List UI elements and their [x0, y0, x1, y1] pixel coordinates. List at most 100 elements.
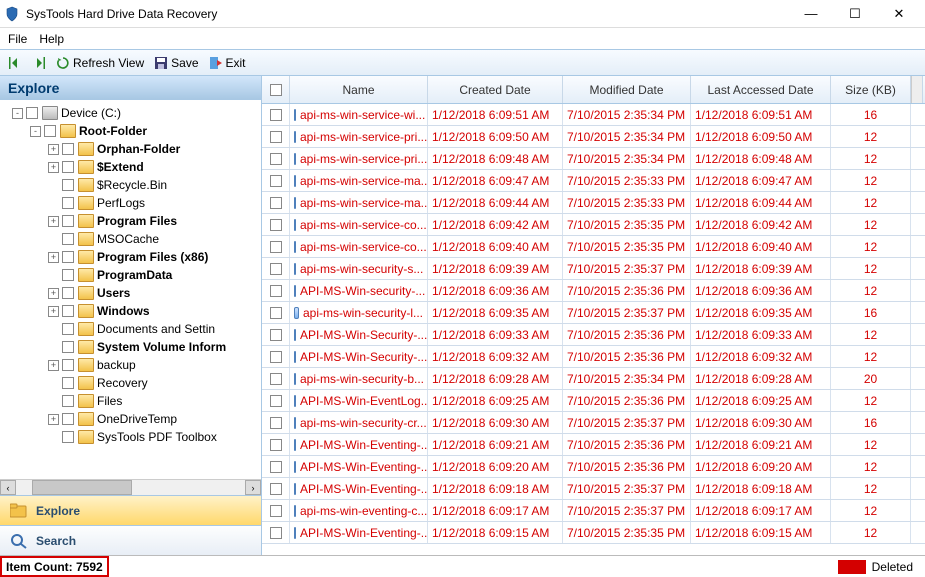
close-button[interactable]: ✕ — [877, 0, 921, 28]
table-row[interactable]: api-ms-win-service-ma...1/12/2018 6:09:4… — [262, 170, 925, 192]
tree-checkbox[interactable] — [44, 125, 56, 137]
table-row[interactable]: API-MS-Win-Eventing-...1/12/2018 6:09:18… — [262, 478, 925, 500]
tree-node[interactable]: +Orphan-Folder — [4, 140, 261, 158]
header-accessed[interactable]: Last Accessed Date — [691, 76, 831, 103]
table-row[interactable]: API-MS-Win-Eventing-...1/12/2018 6:09:15… — [262, 522, 925, 544]
header-size[interactable]: Size (KB) — [831, 76, 911, 103]
tree-checkbox[interactable] — [62, 251, 74, 263]
tree-node[interactable]: Recovery — [4, 374, 261, 392]
table-row[interactable]: api-ms-win-service-pri...1/12/2018 6:09:… — [262, 148, 925, 170]
expand-icon[interactable]: + — [48, 288, 59, 299]
table-row[interactable]: API-MS-Win-Eventing-...1/12/2018 6:09:21… — [262, 434, 925, 456]
tree-node[interactable]: Documents and Settin — [4, 320, 261, 338]
row-checkbox[interactable] — [262, 302, 290, 323]
table-row[interactable]: api-ms-win-service-ma...1/12/2018 6:09:4… — [262, 192, 925, 214]
header-created[interactable]: Created Date — [428, 76, 563, 103]
collapse-icon[interactable]: - — [30, 126, 41, 137]
exit-button[interactable]: Exit — [209, 56, 246, 70]
tree-checkbox[interactable] — [62, 377, 74, 389]
scroll-right-icon[interactable]: › — [245, 480, 261, 495]
table-row[interactable]: api-ms-win-service-wi...1/12/2018 6:09:5… — [262, 104, 925, 126]
expand-icon[interactable]: + — [48, 414, 59, 425]
row-checkbox[interactable] — [262, 346, 290, 367]
expand-icon[interactable]: + — [48, 162, 59, 173]
folder-tree[interactable]: -Device (C:)-Root-Folder+Orphan-Folder+$… — [0, 100, 261, 479]
row-checkbox[interactable] — [262, 148, 290, 169]
row-checkbox[interactable] — [262, 104, 290, 125]
menu-help[interactable]: Help — [39, 32, 64, 46]
tree-checkbox[interactable] — [62, 179, 74, 191]
row-checkbox[interactable] — [262, 478, 290, 499]
tree-horizontal-scrollbar[interactable]: ‹ › — [0, 479, 261, 495]
table-row[interactable]: api-ms-win-security-s...1/12/2018 6:09:3… — [262, 258, 925, 280]
table-row[interactable]: api-ms-win-service-co...1/12/2018 6:09:4… — [262, 236, 925, 258]
tree-checkbox[interactable] — [62, 431, 74, 443]
tree-node[interactable]: +backup — [4, 356, 261, 374]
tree-checkbox[interactable] — [62, 233, 74, 245]
tree-node[interactable]: MSOCache — [4, 230, 261, 248]
tree-node[interactable]: System Volume Inform — [4, 338, 261, 356]
collapse-icon[interactable]: - — [12, 108, 23, 119]
tree-node[interactable]: SysTools PDF Toolbox — [4, 428, 261, 446]
tree-checkbox[interactable] — [62, 197, 74, 209]
scrollbar-thumb[interactable] — [32, 480, 132, 495]
table-row[interactable]: API-MS-Win-Security-...1/12/2018 6:09:33… — [262, 324, 925, 346]
tree-checkbox[interactable] — [62, 323, 74, 335]
nav-forward-button[interactable] — [32, 56, 46, 70]
tree-checkbox[interactable] — [62, 269, 74, 281]
tree-node[interactable]: +OneDriveTemp — [4, 410, 261, 428]
tree-checkbox[interactable] — [62, 359, 74, 371]
table-row[interactable]: API-MS-Win-security-...1/12/2018 6:09:36… — [262, 280, 925, 302]
row-checkbox[interactable] — [262, 324, 290, 345]
row-checkbox[interactable] — [262, 434, 290, 455]
tree-node[interactable]: PerfLogs — [4, 194, 261, 212]
tab-search[interactable]: Search — [0, 525, 261, 555]
row-checkbox[interactable] — [262, 500, 290, 521]
save-button[interactable]: Save — [154, 56, 198, 70]
tree-checkbox[interactable] — [62, 143, 74, 155]
tree-checkbox[interactable] — [62, 305, 74, 317]
grid-body[interactable]: api-ms-win-service-wi...1/12/2018 6:09:5… — [262, 104, 925, 555]
table-row[interactable]: api-ms-win-security-l...1/12/2018 6:09:3… — [262, 302, 925, 324]
table-row[interactable]: API-MS-Win-Security-...1/12/2018 6:09:32… — [262, 346, 925, 368]
tree-checkbox[interactable] — [62, 287, 74, 299]
tree-node[interactable]: Files — [4, 392, 261, 410]
tree-checkbox[interactable] — [26, 107, 38, 119]
row-checkbox[interactable] — [262, 170, 290, 191]
refresh-view-button[interactable]: Refresh View — [56, 56, 144, 70]
tree-node[interactable]: ProgramData — [4, 266, 261, 284]
tree-node[interactable]: +Users — [4, 284, 261, 302]
tree-checkbox[interactable] — [62, 341, 74, 353]
row-checkbox[interactable] — [262, 456, 290, 477]
maximize-button[interactable]: ☐ — [833, 0, 877, 28]
tree-checkbox[interactable] — [62, 161, 74, 173]
minimize-button[interactable]: — — [789, 0, 833, 28]
tree-node[interactable]: +$Extend — [4, 158, 261, 176]
row-checkbox[interactable] — [262, 368, 290, 389]
tree-node[interactable]: +Program Files — [4, 212, 261, 230]
row-checkbox[interactable] — [262, 214, 290, 235]
table-row[interactable]: api-ms-win-service-co...1/12/2018 6:09:4… — [262, 214, 925, 236]
tree-checkbox[interactable] — [62, 395, 74, 407]
expand-icon[interactable]: + — [48, 360, 59, 371]
scroll-left-icon[interactable]: ‹ — [0, 480, 16, 495]
tree-node[interactable]: +Program Files (x86) — [4, 248, 261, 266]
table-row[interactable]: API-MS-Win-Eventing-...1/12/2018 6:09:20… — [262, 456, 925, 478]
tree-checkbox[interactable] — [62, 215, 74, 227]
expand-icon[interactable]: + — [48, 252, 59, 263]
row-checkbox[interactable] — [262, 126, 290, 147]
tree-checkbox[interactable] — [62, 413, 74, 425]
row-checkbox[interactable] — [262, 236, 290, 257]
menu-file[interactable]: File — [8, 32, 27, 46]
tree-node[interactable]: -Root-Folder — [4, 122, 261, 140]
row-checkbox[interactable] — [262, 280, 290, 301]
row-checkbox[interactable] — [262, 412, 290, 433]
row-checkbox[interactable] — [262, 192, 290, 213]
table-row[interactable]: api-ms-win-service-pri...1/12/2018 6:09:… — [262, 126, 925, 148]
row-checkbox[interactable] — [262, 522, 290, 543]
table-row[interactable]: API-MS-Win-EventLog...1/12/2018 6:09:25 … — [262, 390, 925, 412]
header-modified[interactable]: Modified Date — [563, 76, 691, 103]
nav-back-button[interactable] — [8, 56, 22, 70]
tree-node[interactable]: +Windows — [4, 302, 261, 320]
tab-explore[interactable]: Explore — [0, 495, 261, 525]
